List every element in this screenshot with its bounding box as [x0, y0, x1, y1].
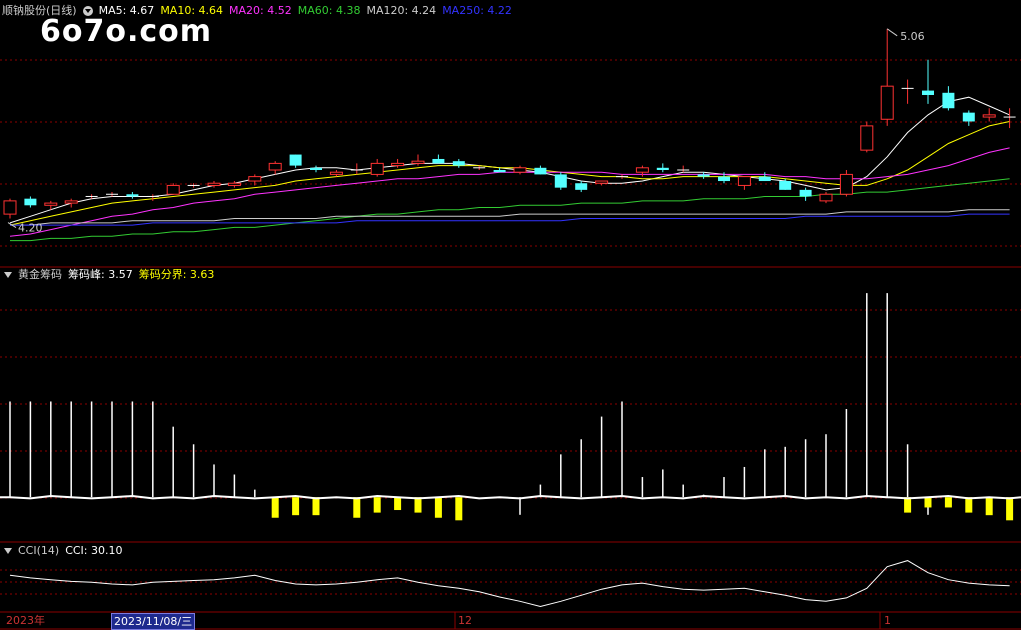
candle-body — [227, 182, 241, 186]
chip-panel-header: 黄金筹码 筹码峰: 3.57 筹码分界: 3.63 — [2, 267, 220, 283]
ma-line-ma10 — [9, 121, 1010, 226]
candle-body — [329, 171, 343, 175]
low-price-label: 4.20 — [18, 222, 43, 235]
chip-yellow-bar — [414, 497, 422, 513]
candle-body — [370, 162, 384, 175]
ma120-label: MA120: 4.24 — [366, 4, 437, 17]
x-axis-year-label: 2023年 — [6, 614, 45, 627]
candle-body — [432, 158, 445, 164]
watermark-logo: 6o7o.com — [40, 14, 213, 49]
collapse-icon[interactable] — [4, 271, 12, 278]
chip-peak-label: 筹码峰: 3.57 — [68, 268, 133, 281]
chip-yellow-bar — [904, 497, 912, 513]
chip-yellow-bar — [292, 497, 300, 516]
cci-title: CCI(14) — [18, 544, 60, 557]
candle-body — [860, 125, 874, 151]
candle-body — [595, 180, 609, 184]
ma-line-ma60 — [10, 178, 1010, 242]
candle-body — [697, 174, 710, 177]
candle-body — [44, 202, 58, 206]
chip-yellow-bar — [924, 497, 932, 508]
ma-line-ma250 — [10, 213, 1010, 226]
chip-title: 黄金筹码 — [18, 268, 62, 281]
candle-body — [575, 183, 588, 190]
candle-body — [207, 182, 221, 186]
candle-body — [126, 194, 139, 197]
candle-body — [493, 170, 506, 173]
candle-body — [779, 181, 792, 190]
chip-yellow-bar — [944, 497, 952, 508]
chip-yellow-bar — [985, 497, 993, 516]
chip-yellow-bar — [373, 497, 381, 513]
high-price-label: 5.06 — [900, 30, 925, 43]
chip-boundary-label: 筹码分界: 3.63 — [138, 268, 215, 281]
candle-body — [24, 198, 37, 206]
ma20-label: MA20: 4.52 — [229, 4, 292, 17]
chip-yellow-bar — [353, 497, 361, 518]
candle-body — [268, 162, 282, 171]
chip-yellow-bar — [312, 497, 320, 516]
candle-body — [656, 167, 669, 170]
candle-body — [718, 176, 730, 182]
ma250-label: MA250: 4.22 — [442, 4, 512, 17]
candle-body — [942, 92, 955, 109]
chip-yellow-bar — [271, 497, 279, 518]
ma60-label: MA60: 4.38 — [297, 4, 361, 17]
ma-line-ma5 — [9, 96, 1010, 224]
candle-body — [880, 85, 894, 120]
candle-body — [166, 184, 180, 195]
chip-yellow-bar — [1006, 497, 1014, 521]
candle-body — [3, 200, 17, 215]
chart-canvas[interactable]: 5.06 4.20 — [0, 0, 1021, 630]
candle-body — [922, 90, 934, 95]
candle-body — [799, 189, 812, 197]
candle-body — [554, 174, 567, 188]
candle-body — [289, 154, 302, 166]
candle-body — [737, 176, 751, 186]
candle-body — [513, 167, 527, 173]
candle-body — [310, 167, 322, 170]
candle-body — [982, 114, 996, 118]
x-axis-month-12: 12 — [458, 614, 472, 627]
candle-body — [248, 176, 262, 182]
candle-body — [391, 162, 405, 167]
candle-body — [839, 173, 853, 195]
x-axis-month-1: 1 — [884, 614, 891, 627]
cci-value-label: CCI: 30.10 — [65, 544, 123, 557]
candle-body — [452, 161, 465, 166]
cci-line — [9, 560, 1010, 608]
candle-body — [758, 176, 771, 182]
candle-body — [819, 193, 833, 202]
collapse-icon[interactable] — [4, 547, 12, 554]
chip-yellow-bar — [455, 497, 463, 521]
candle-body — [411, 160, 425, 164]
candle-body — [962, 112, 975, 122]
chip-yellow-bar — [965, 497, 973, 513]
cci-panel-header: CCI(14) CCI: 30.10 — [2, 543, 129, 559]
chip-yellow-bar — [434, 497, 442, 518]
candle-body — [635, 167, 649, 173]
chip-yellow-bar — [394, 497, 402, 511]
cursor-date-box: 2023/11/08/三 — [111, 613, 196, 630]
candle-body — [64, 200, 78, 204]
high-marker — [886, 28, 898, 37]
candle-body — [534, 167, 547, 175]
